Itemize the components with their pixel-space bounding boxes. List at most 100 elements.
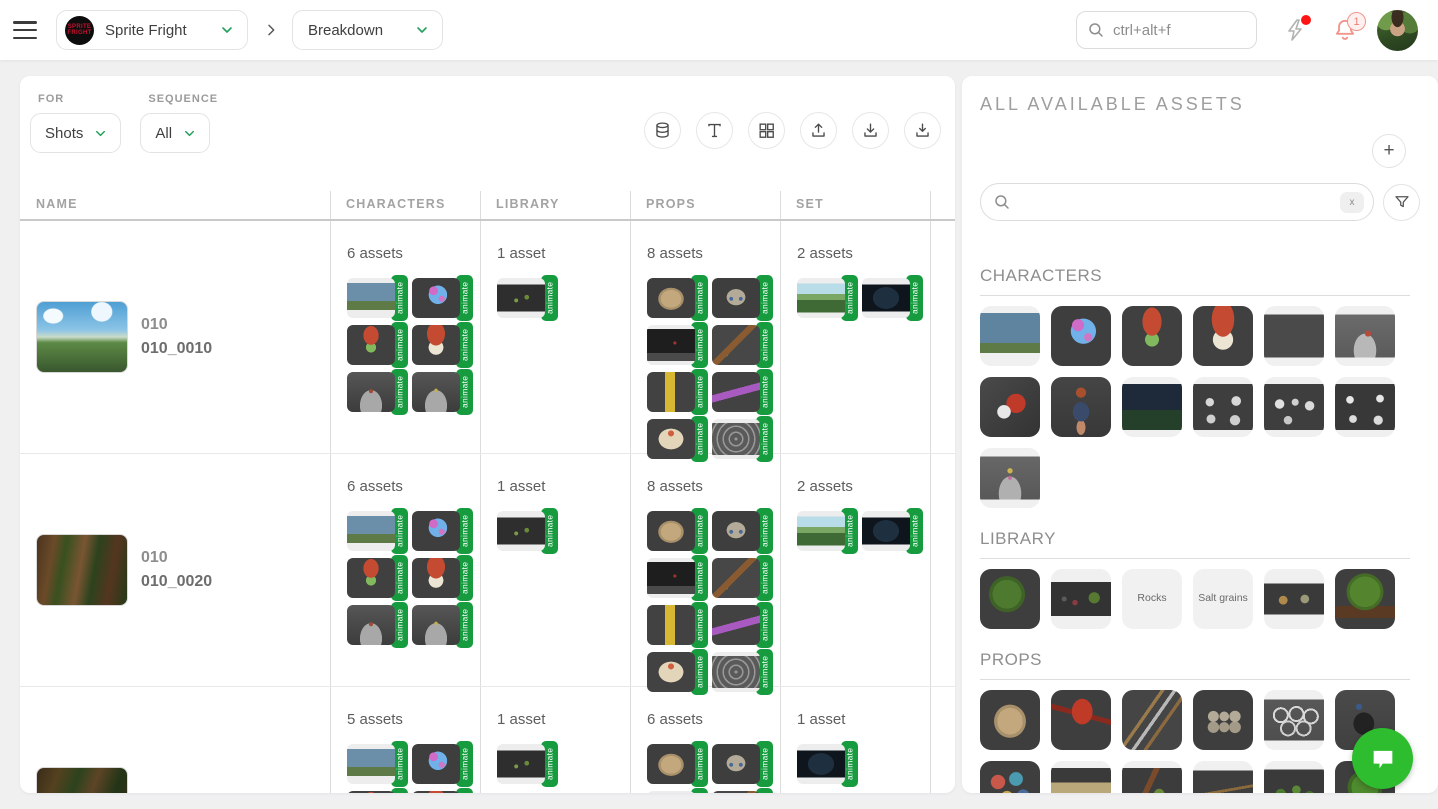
asset-thumbnail-lighter[interactable]: animate xyxy=(647,605,709,645)
asset-tile-insects-sketch[interactable] xyxy=(1335,377,1395,437)
asset-tile-bbq-tools[interactable] xyxy=(1122,690,1182,750)
menu-icon[interactable] xyxy=(13,21,37,39)
asset-tile-night-hills[interactable] xyxy=(1122,377,1182,437)
asset-tile-grill[interactable] xyxy=(1051,690,1111,750)
breakdown-cell-props[interactable]: 8 assets animate animate animate xyxy=(630,454,780,686)
breakdown-cell-library[interactable]: 1 asset animate xyxy=(480,687,630,793)
asset-thumbnail-plants-dark[interactable]: animate xyxy=(497,278,559,318)
asset-thumbnail-mushroom-head[interactable]: animate xyxy=(412,325,474,365)
add-asset-button[interactable]: + xyxy=(1372,134,1406,168)
asset-thumbnail-backpack[interactable]: animate xyxy=(647,511,709,551)
asset-thumbnail-cans[interactable]: animate xyxy=(712,278,774,318)
quick-actions-button[interactable] xyxy=(1284,17,1310,43)
asset-tile-plants-strip[interactable] xyxy=(1051,569,1111,629)
asset-thumbnail-radio[interactable]: animate xyxy=(647,325,709,365)
project-selector[interactable]: SPRITE FRIGHT Sprite Fright xyxy=(56,10,248,50)
asset-thumbnail-backpack[interactable]: animate xyxy=(647,278,709,318)
column-header-library[interactable]: LIBRARY xyxy=(480,191,630,219)
clear-search-button[interactable]: x xyxy=(1340,192,1364,213)
asset-thumbnail-stage-figure2[interactable]: animate xyxy=(412,372,474,412)
breakdown-cell-props[interactable]: 6 assets animate animate animate xyxy=(630,687,780,793)
chat-button[interactable] xyxy=(1352,728,1413,789)
asset-tile-mushroom-head[interactable] xyxy=(1193,306,1253,366)
asset-tile-rocks[interactable]: Rocks xyxy=(1122,569,1182,629)
asset-thumbnail-chips[interactable]: animate xyxy=(647,419,709,459)
breakdown-cell-characters[interactable]: 6 assets animate animate animate xyxy=(330,221,480,453)
asset-tile-figurines-a[interactable] xyxy=(1193,377,1253,437)
asset-thumbnail-web[interactable]: animate xyxy=(712,652,774,692)
column-header-characters[interactable]: CHARACTERS xyxy=(330,191,480,219)
shot-thumbnail[interactable] xyxy=(36,767,128,793)
column-header-set[interactable]: SET xyxy=(780,191,930,219)
asset-thumbnail-slingshot[interactable]: animate xyxy=(712,791,774,793)
asset-tile-ladybug[interactable] xyxy=(980,377,1040,437)
asset-tile-tree-big[interactable] xyxy=(1335,569,1395,629)
asset-tile-dark-empty[interactable] xyxy=(1264,306,1324,366)
breakdown-cell-library[interactable]: 1 asset animate xyxy=(480,221,630,453)
for-dropdown[interactable]: Shots xyxy=(30,113,121,153)
shot-thumbnail[interactable] xyxy=(36,301,128,373)
asset-thumbnail-set-night[interactable]: animate xyxy=(797,744,859,784)
asset-thumbnail-radio[interactable]: animate xyxy=(647,791,709,793)
asset-thumbnail-backpack[interactable]: animate xyxy=(647,744,709,784)
asset-thumbnail-set-day[interactable]: animate xyxy=(797,511,859,551)
asset-tile-bird-wide[interactable] xyxy=(980,306,1040,366)
notifications-button[interactable]: 1 xyxy=(1332,16,1358,44)
density-button[interactable] xyxy=(644,112,681,149)
asset-tile-spoon-plants[interactable] xyxy=(1122,761,1182,793)
asset-tile-backpack[interactable] xyxy=(980,690,1040,750)
import-button[interactable] xyxy=(904,112,941,149)
asset-thumbnail-bird[interactable]: animate xyxy=(347,278,409,318)
breakdown-cell-characters[interactable]: 6 assets animate animate animate xyxy=(330,454,480,686)
text-size-button[interactable] xyxy=(696,112,733,149)
asset-thumbnail-slingshot[interactable]: animate xyxy=(712,325,774,365)
section-selector[interactable]: Breakdown xyxy=(292,10,443,50)
grid-view-button[interactable] xyxy=(748,112,785,149)
column-header-name[interactable]: NAME xyxy=(20,197,330,219)
global-search-input[interactable] xyxy=(1113,22,1233,39)
asset-thumbnail-cans[interactable]: animate xyxy=(712,511,774,551)
asset-thumbnail-mushroom-kid[interactable]: animate xyxy=(347,558,409,598)
asset-thumbnail-purple-prop[interactable]: animate xyxy=(712,605,774,645)
asset-thumbnail-stage-figure[interactable]: animate xyxy=(347,605,409,645)
asset-search-input[interactable] xyxy=(1019,194,1337,210)
asset-tile-figurines-b[interactable] xyxy=(1264,377,1324,437)
asset-tile-salt-grains[interactable]: Salt grains xyxy=(1193,569,1253,629)
asset-thumbnail-set-night[interactable]: animate xyxy=(862,278,924,318)
asset-tile-plants-green[interactable] xyxy=(1264,761,1324,793)
asset-thumbnail-mushroom-kid[interactable]: animate xyxy=(347,791,409,793)
global-search[interactable] xyxy=(1076,11,1257,49)
download-button[interactable] xyxy=(852,112,889,149)
asset-tile-rings[interactable] xyxy=(1264,690,1324,750)
column-header-props[interactable]: PROPS xyxy=(630,191,780,219)
asset-thumbnail-bird[interactable]: animate xyxy=(347,511,409,551)
asset-thumbnail-butterfly[interactable]: animate xyxy=(412,511,474,551)
asset-tile-mushroom-kid[interactable] xyxy=(1122,306,1182,366)
asset-thumbnail-radio[interactable]: animate xyxy=(647,558,709,598)
breakdown-cell-props[interactable]: 8 assets animate animate animate xyxy=(630,221,780,453)
asset-thumbnail-butterfly[interactable]: animate xyxy=(412,744,474,784)
asset-thumbnail-mushroom-head[interactable]: animate xyxy=(412,558,474,598)
asset-thumbnail-stage-figure2[interactable]: animate xyxy=(412,605,474,645)
asset-thumbnail-set-day[interactable]: animate xyxy=(797,278,859,318)
filter-button[interactable] xyxy=(1383,184,1420,221)
breakdown-cell-library[interactable]: 1 asset animate xyxy=(480,454,630,686)
breakdown-cell-characters[interactable]: 5 assets animate animate animate xyxy=(330,687,480,793)
asset-thumbnail-set-night[interactable]: animate xyxy=(862,511,924,551)
asset-thumbnail-stage-figure[interactable]: animate xyxy=(347,372,409,412)
shot-thumbnail[interactable] xyxy=(36,534,128,606)
asset-thumbnail-lighter[interactable]: animate xyxy=(647,372,709,412)
breakdown-cell-set[interactable]: 2 assets animate animate xyxy=(780,221,930,453)
asset-thumbnail-bird[interactable]: animate xyxy=(347,744,409,784)
asset-thumbnail-chips[interactable]: animate xyxy=(647,652,709,692)
asset-tile-mushrooms-strip[interactable] xyxy=(1264,569,1324,629)
asset-tile-stick[interactable] xyxy=(1193,761,1253,793)
asset-thumbnail-mushroom-head[interactable]: animate xyxy=(412,791,474,793)
asset-tile-ropes[interactable] xyxy=(980,761,1040,793)
asset-thumbnail-slingshot[interactable]: animate xyxy=(712,558,774,598)
asset-tile-tree-dark[interactable] xyxy=(980,569,1040,629)
asset-thumbnail-plants-dark[interactable]: animate xyxy=(497,511,559,551)
asset-tile-woman[interactable] xyxy=(1051,377,1111,437)
export-button[interactable] xyxy=(800,112,837,149)
asset-thumbnail-butterfly[interactable]: animate xyxy=(412,278,474,318)
